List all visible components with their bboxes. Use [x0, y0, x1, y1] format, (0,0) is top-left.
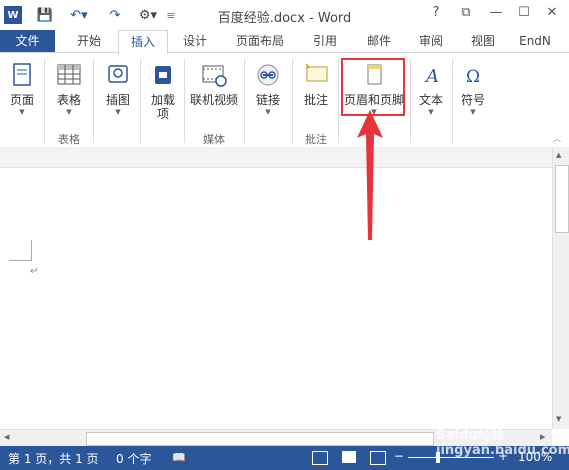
svg-text:A: A: [424, 66, 439, 87]
text-label: 文本: [418, 93, 443, 107]
tab-design[interactable]: 设计: [172, 30, 218, 52]
tab-references[interactable]: 引用: [302, 30, 348, 52]
ribbon-tabs: 文件 开始 插入 设计 页面布局 引用 邮件 审阅 视图 EndN: [0, 30, 569, 54]
link-icon: [257, 64, 279, 86]
vertical-scrollbar[interactable]: ▲ ▼: [552, 147, 569, 429]
pages-caret-icon: ▼: [19, 108, 25, 116]
group-label-table: 表格: [58, 133, 80, 146]
table-caret-icon: ▼: [66, 108, 72, 116]
comment-label: 批注: [303, 93, 328, 107]
ribbon-insert: 页面 ▼ 表格 ▼ 表格 插图 ▼ 加载 项 联机视频 媒体 链接 ▼ 批注 批…: [0, 52, 569, 148]
close-button[interactable]: ✕: [540, 5, 564, 25]
minimize-button[interactable]: —: [484, 5, 508, 25]
symbols-button[interactable]: Ω 符号 ▼: [456, 59, 490, 143]
divider: [292, 59, 293, 143]
print-layout-icon[interactable]: [342, 451, 356, 463]
addins-icon: [155, 66, 171, 84]
tab-endnote[interactable]: EndN: [512, 30, 558, 52]
word-count[interactable]: 0 个字: [116, 450, 151, 467]
comment-icon: [305, 63, 328, 82]
divider: [452, 59, 453, 143]
text-caret-icon: ▼: [428, 108, 434, 116]
title-bar: W 💾 ↶▾ ↷ ⚙▾ ≡ 百度经验.docx - Word ? ⧉ — ☐ ✕: [0, 0, 569, 30]
tab-mailings[interactable]: 邮件: [356, 30, 402, 52]
read-mode-icon[interactable]: [312, 451, 328, 465]
margin-corner-mark: [9, 240, 32, 261]
pages-label: 页面: [9, 93, 34, 107]
illustrations-caret-icon: ▼: [115, 108, 121, 116]
links-caret-icon: ▼: [265, 108, 271, 116]
paragraph-mark-icon: ↵: [30, 266, 39, 277]
links-label: 链接: [255, 93, 280, 107]
tab-file[interactable]: 文件: [0, 30, 55, 52]
collapse-ribbon-icon[interactable]: ︿: [553, 133, 565, 143]
proofing-icon[interactable]: 📖: [172, 451, 186, 464]
table-icon: [57, 64, 81, 85]
highlight-box: [341, 58, 405, 116]
group-label-media: 媒体: [203, 133, 225, 146]
omega-icon: Ω: [466, 67, 480, 87]
web-layout-icon[interactable]: [370, 451, 386, 465]
vertical-scroll-thumb[interactable]: [555, 165, 569, 233]
divider: [140, 59, 141, 143]
tab-layout[interactable]: 页面布局: [226, 30, 294, 52]
divider: [184, 59, 185, 143]
pages-button[interactable]: 页面 ▼: [4, 59, 40, 143]
svg-text:Ω: Ω: [466, 67, 480, 87]
watermark: Baidu经验 jingyan.baidu.com: [436, 428, 569, 458]
addins-button[interactable]: 加载 项: [146, 59, 180, 143]
table-label: 表格: [56, 93, 81, 107]
illustrations-label: 插图: [105, 93, 130, 107]
tab-review[interactable]: 审阅: [408, 30, 454, 52]
text-button[interactable]: A 文本 ▼: [414, 59, 448, 143]
illustrations-icon: [108, 65, 128, 83]
tab-view[interactable]: 视图: [460, 30, 506, 52]
page-count[interactable]: 第 1 页，共 1 页: [8, 450, 99, 467]
ruler: [0, 147, 569, 168]
addins-label: 加载 项: [150, 93, 175, 121]
horizontal-scroll-thumb[interactable]: [86, 432, 434, 446]
text-icon: A: [424, 66, 439, 87]
divider: [93, 59, 94, 143]
divider: [410, 59, 411, 143]
online-video-icon: [202, 65, 227, 87]
document-canvas[interactable]: ↵: [0, 168, 552, 429]
symbols-caret-icon: ▼: [470, 108, 476, 116]
group-label-comments: 批注: [305, 133, 327, 146]
scroll-up-icon[interactable]: ▲: [556, 151, 561, 159]
online-video-label: 联机视频: [189, 93, 238, 107]
annotation-arrow-icon: [357, 110, 383, 240]
symbols-label: 符号: [460, 93, 485, 107]
scroll-down-icon[interactable]: ▼: [556, 415, 561, 423]
divider: [338, 59, 339, 143]
zoom-out-icon[interactable]: −: [394, 449, 404, 463]
divider: [244, 59, 245, 143]
scroll-left-icon[interactable]: ◀: [4, 433, 9, 441]
links-button[interactable]: 链接 ▼: [250, 59, 286, 143]
tab-insert[interactable]: 插入: [118, 30, 168, 54]
tab-home[interactable]: 开始: [66, 30, 112, 52]
maximize-button[interactable]: ☐: [512, 5, 536, 25]
help-button[interactable]: ?: [424, 5, 448, 25]
divider: [44, 59, 45, 143]
illustrations-button[interactable]: 插图 ▼: [100, 59, 136, 143]
pages-icon: [13, 63, 31, 86]
ribbon-display-button[interactable]: ⧉: [454, 5, 478, 25]
